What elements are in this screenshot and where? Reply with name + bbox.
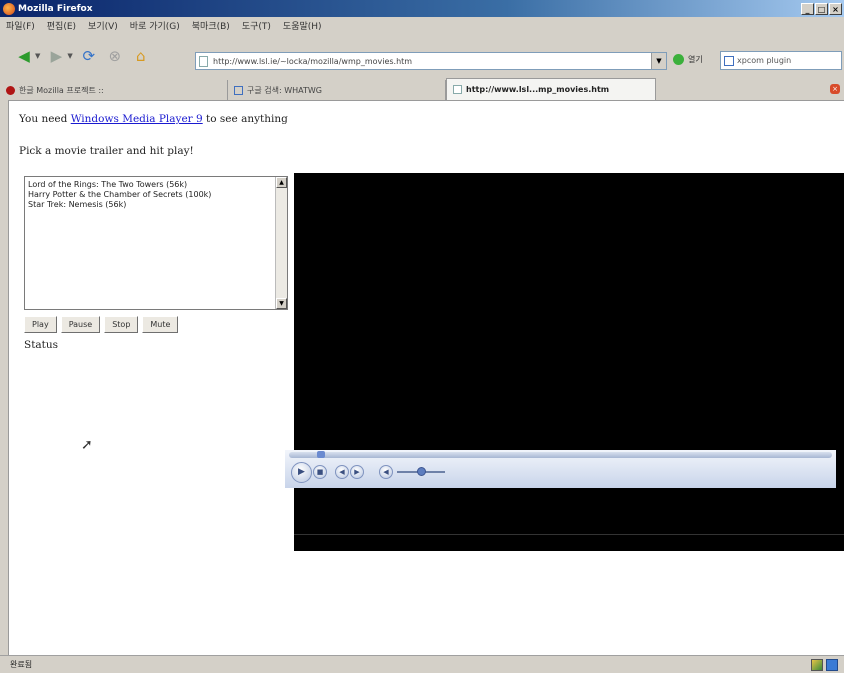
tab-google-search[interactable]: 구글 검색: WHATWG [228,80,446,100]
volume-knob[interactable] [417,467,426,476]
wmp-previous-icon[interactable]: ◀ [335,465,349,479]
go-button[interactable]: 열기 [673,54,703,65]
list-item[interactable]: Harry Potter & the Chamber of Secrets (1… [28,190,211,200]
media-player-controls: ▶ ■ ◀ ▶ ◀ [285,450,836,488]
volume-slider[interactable] [397,467,445,476]
home-icon[interactable]: ⌂ [131,46,151,66]
firefox-icon [3,2,15,15]
wmp-mute-icon[interactable]: ◀ [379,465,393,479]
address-input[interactable]: http://www.lsl.ie/~locka/mozilla/wmp_mov… [213,57,412,66]
media-player-screen[interactable] [294,173,844,551]
instruction-text: Pick a movie trailer and hit play! [19,145,194,157]
google-favicon [234,85,243,95]
menu-help[interactable]: 도움말(H) [277,19,328,32]
forward-arrow-icon[interactable]: ▶ [46,46,66,66]
menu-file[interactable]: 파일(F) [0,19,41,32]
tab-wmp-movies[interactable]: http://www.lsl...mp_movies.htm [446,78,656,100]
menu-go[interactable]: 바로 가기(G) [124,19,186,32]
status-label: Status [24,339,59,351]
search-box[interactable]: xpcom plugin [720,51,842,70]
status-text: 완료됨 [10,660,33,669]
back-arrow-icon[interactable]: ◀ [14,46,34,66]
intro-text: You need Windows Media Player 9 to see a… [19,113,288,125]
menu-bar: 파일(F) 편집(E) 보기(V) 바로 가기(G) 북마크(B) 도구(T) … [0,17,844,34]
wmp-play-icon[interactable]: ▶ [291,462,312,483]
search-engine-icon[interactable] [724,55,734,66]
play-button[interactable]: Play [24,316,57,333]
popup-blocker-icon[interactable] [811,658,823,671]
title-bar: Mozilla Firefox _ □ × [0,0,844,17]
seek-bar[interactable] [289,451,832,458]
reload-icon[interactable]: ⟳ [79,46,99,66]
close-tab-icon[interactable]: × [830,84,840,94]
menu-view[interactable]: 보기(V) [82,19,124,32]
tab-label: http://www.lsl...mp_movies.htm [466,85,610,94]
tab-label: 구글 검색: WHATWG [247,85,322,95]
maximize-button[interactable]: □ [815,2,828,15]
status-bar: 완료됨 [0,655,844,673]
wmp-link[interactable]: Windows Media Player 9 [71,113,203,125]
stop-icon[interactable]: ⊗ [105,46,125,66]
back-dropdown-icon[interactable]: ▼ [35,52,40,60]
tab-label: 한글 Mozilla 프로젝트 :: [19,85,104,95]
close-button[interactable]: × [829,2,842,15]
tab-mozilla-korea[interactable]: 한글 Mozilla 프로젝트 :: [0,80,228,100]
mozilla-favicon [6,85,15,95]
mouse-pointer-icon: ➚ [81,437,93,453]
address-bar[interactable]: http://www.lsl.ie/~locka/mozilla/wmp_mov… [195,52,667,70]
wmp-stop-icon[interactable]: ■ [313,465,327,479]
window-controls: _ □ × [801,2,842,15]
list-item[interactable]: Lord of the Rings: The Two Towers (56k) [28,180,211,190]
address-history-dropdown-icon[interactable]: ▼ [651,53,666,69]
go-icon [673,54,684,65]
menu-edit[interactable]: 편집(E) [41,19,82,32]
menu-bookmarks[interactable]: 북마크(B) [186,19,236,32]
seek-thumb[interactable] [317,451,325,458]
movie-listbox[interactable]: Lord of the Rings: The Two Towers (56k) … [24,176,288,310]
listbox-scrollbar[interactable]: ▲ ▼ [275,177,287,309]
intro-after: to see anything [202,113,288,125]
wmp-next-icon[interactable]: ▶ [350,465,364,479]
tab-bar: 한글 Mozilla 프로젝트 :: 구글 검색: WHATWG http://… [0,78,844,100]
scroll-up-icon[interactable]: ▲ [276,177,287,188]
minimize-button[interactable]: _ [801,2,814,15]
page-icon [199,55,208,67]
search-input[interactable]: xpcom plugin [737,56,791,65]
window-title: Mozilla Firefox [18,3,93,14]
intro-before: You need [19,113,71,125]
scroll-down-icon[interactable]: ▼ [276,298,287,309]
player-divider [294,534,844,535]
forward-dropdown-icon[interactable]: ▼ [67,52,72,60]
list-item[interactable]: Star Trek: Nemesis (56k) [28,200,211,210]
pause-button[interactable]: Pause [60,316,101,333]
info-icon[interactable] [826,658,838,671]
menu-tools[interactable]: 도구(T) [236,19,277,32]
page-favicon [453,85,462,94]
stop-button[interactable]: Stop [104,316,139,333]
go-label: 열기 [688,55,703,64]
page-content: You need Windows Media Player 9 to see a… [8,100,844,655]
player-buttons: Play Pause Stop Mute [24,316,179,333]
mute-button[interactable]: Mute [142,316,179,333]
